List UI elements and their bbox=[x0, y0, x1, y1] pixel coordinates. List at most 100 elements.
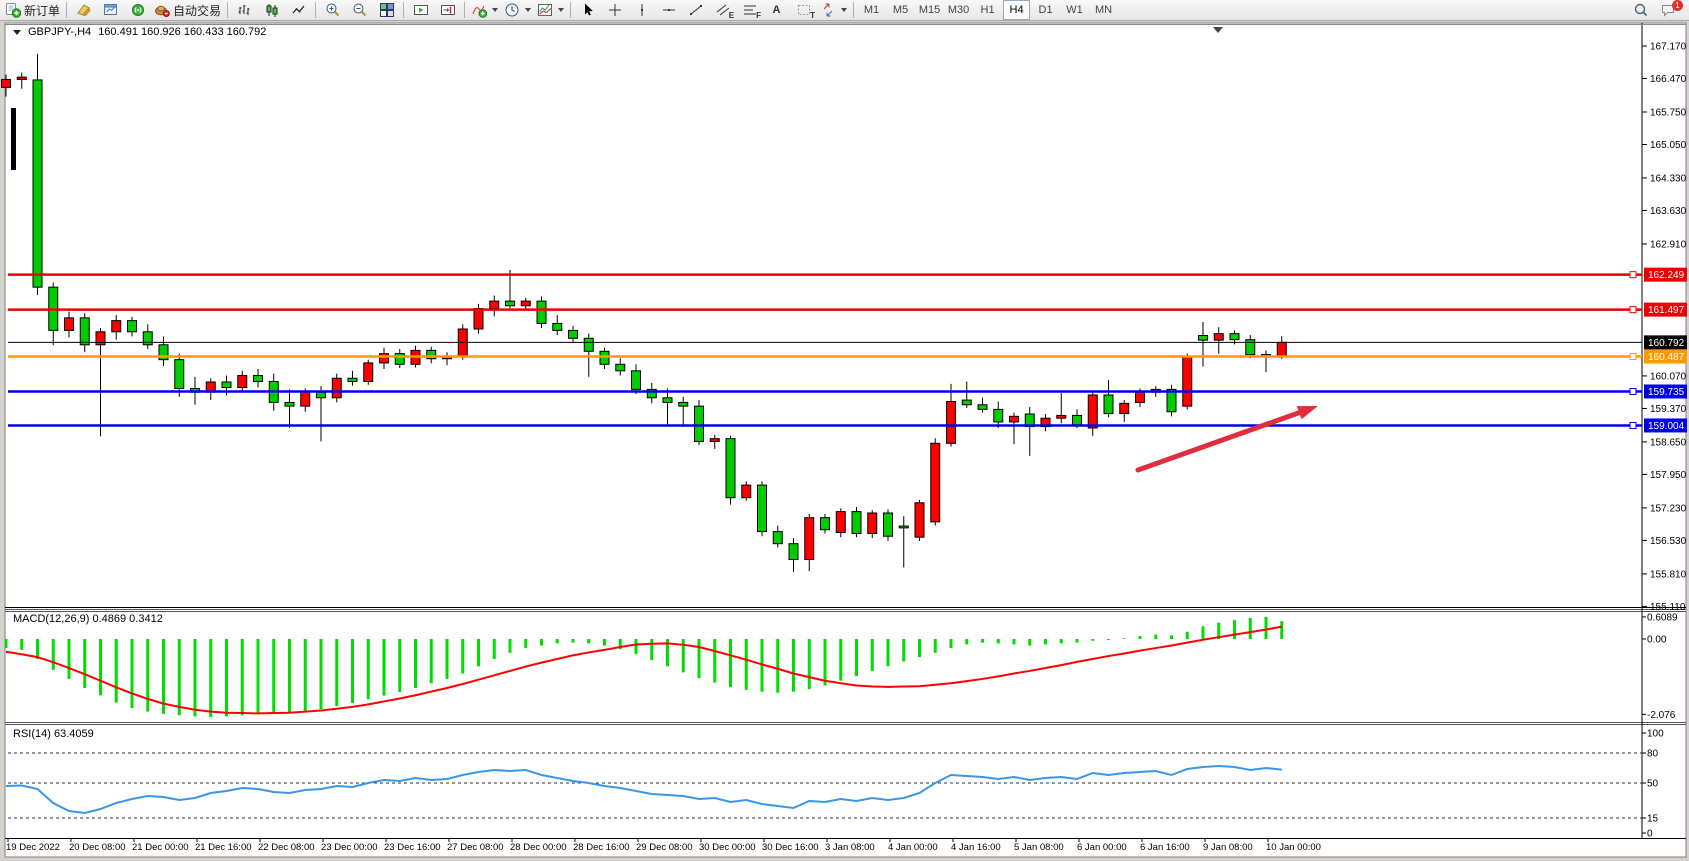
timeframe-m1[interactable]: M1 bbox=[858, 0, 885, 20]
candle-body bbox=[1088, 395, 1097, 428]
price-tick-label: 160.070 bbox=[1650, 371, 1687, 382]
candle-body bbox=[80, 318, 89, 345]
candle-body bbox=[726, 439, 735, 498]
time-tick-label: 28 Dec 16:00 bbox=[573, 842, 630, 853]
bars-chart-icon[interactable] bbox=[231, 0, 258, 21]
level-line-handle[interactable] bbox=[1630, 307, 1636, 313]
price-tick-label: 166.470 bbox=[1650, 74, 1687, 85]
text-label-icon[interactable]: T bbox=[790, 0, 817, 21]
vertical-line-icon[interactable] bbox=[628, 0, 655, 21]
chart-window-frame bbox=[5, 23, 1686, 857]
chart-shift-icon[interactable] bbox=[434, 0, 461, 21]
level-line-handle[interactable] bbox=[1630, 388, 1636, 394]
symbol-dropdown-icon[interactable] bbox=[13, 30, 21, 35]
dropdown-caret-icon[interactable] bbox=[841, 8, 847, 12]
price-tick-label: 165.750 bbox=[1650, 107, 1687, 118]
cursor-icon[interactable] bbox=[574, 0, 601, 21]
candle-body bbox=[128, 321, 137, 332]
notifications-icon[interactable]: 1 bbox=[1654, 0, 1681, 21]
candle-body bbox=[254, 375, 263, 381]
price-tick-label: 165.050 bbox=[1650, 140, 1687, 151]
level-line-handle[interactable] bbox=[1630, 422, 1636, 428]
eraser-icon[interactable] bbox=[70, 0, 97, 21]
dropdown-caret-icon[interactable] bbox=[558, 8, 564, 12]
dropdown-caret-icon[interactable] bbox=[492, 8, 498, 12]
time-tick-label: 29 Dec 08:00 bbox=[636, 842, 693, 853]
timeframe-toolbar: M1M5M15M30H1H4D1W1MN bbox=[857, 0, 1118, 20]
text-icon[interactable]: A bbox=[763, 0, 790, 21]
indicators-icon[interactable] bbox=[468, 0, 501, 21]
candle-body bbox=[742, 485, 751, 498]
candle-body bbox=[490, 301, 499, 308]
price-tick-label: 157.230 bbox=[1650, 503, 1687, 514]
mt4-terminal: { "toolbar": { "new_order_label": "新订单",… bbox=[0, 0, 1689, 861]
time-tick-label: 4 Jan 00:00 bbox=[888, 842, 938, 853]
price-level-badge-label: 159.735 bbox=[1648, 387, 1685, 398]
timeframe-w1[interactable]: W1 bbox=[1061, 0, 1088, 20]
level-line-handle[interactable] bbox=[1630, 354, 1636, 360]
candle-body bbox=[663, 398, 672, 403]
price-level-badge-label: 160.487 bbox=[1648, 352, 1685, 363]
time-tick-label: 9 Jan 08:00 bbox=[1203, 842, 1253, 853]
line-chart-icon[interactable] bbox=[285, 0, 312, 21]
time-tick-label: 22 Dec 08:00 bbox=[258, 842, 315, 853]
toolbar-separator bbox=[464, 2, 465, 18]
periods-icon[interactable] bbox=[501, 0, 534, 21]
timeframe-d1[interactable]: D1 bbox=[1032, 0, 1059, 20]
rsi-tick-label: 100 bbox=[1647, 729, 1664, 740]
fibonacci-icon[interactable]: F bbox=[736, 0, 763, 21]
candle-body bbox=[1214, 334, 1223, 341]
macd-tick-label: 0.00 bbox=[1647, 635, 1667, 646]
timeframe-m15[interactable]: M15 bbox=[916, 0, 943, 20]
macd-indicator-label: MACD(12,26,9) 0.4869 0.3412 bbox=[13, 613, 163, 625]
timeframe-mn[interactable]: MN bbox=[1090, 0, 1117, 20]
zoom-out-icon[interactable] bbox=[346, 0, 373, 21]
candle-body bbox=[852, 512, 861, 534]
rsi-tick-label: 0 bbox=[1647, 829, 1653, 840]
channel-icon[interactable]: E bbox=[709, 0, 736, 21]
candle-body bbox=[947, 401, 956, 443]
text-label-icon-glyph: T bbox=[810, 12, 815, 20]
rsi-indicator-label: RSI(14) 63.4059 bbox=[13, 728, 94, 740]
candle-body bbox=[1277, 342, 1286, 356]
crosshair-icon[interactable] bbox=[601, 0, 628, 21]
notification-badge: 1 bbox=[1672, 0, 1683, 11]
candle-body bbox=[584, 338, 593, 351]
templates-icon[interactable] bbox=[534, 0, 567, 21]
price-level-badge-label: 161.497 bbox=[1648, 305, 1685, 316]
candle-body bbox=[1230, 334, 1239, 340]
new-order-button-label: 新订单 bbox=[24, 2, 60, 19]
candle-body bbox=[978, 405, 987, 410]
chart-window-icon[interactable] bbox=[97, 0, 124, 21]
level-line-handle[interactable] bbox=[1630, 272, 1636, 278]
horizontal-line-icon[interactable] bbox=[655, 0, 682, 21]
candles-chart-icon[interactable] bbox=[258, 0, 285, 21]
timeframe-m30[interactable]: M30 bbox=[945, 0, 972, 20]
candle-body bbox=[931, 443, 940, 522]
auto-scroll-icon[interactable] bbox=[407, 0, 434, 21]
timeframe-h4[interactable]: H4 bbox=[1003, 0, 1030, 20]
timeframe-h1[interactable]: H1 bbox=[974, 0, 1001, 20]
candle-body bbox=[1120, 403, 1129, 413]
tile-windows-icon[interactable] bbox=[373, 0, 400, 21]
signal-icon[interactable] bbox=[124, 0, 151, 21]
channel-icon-glyph: E bbox=[729, 12, 734, 20]
chart-area[interactable]: 167.170166.470165.750165.050164.330163.6… bbox=[0, 0, 1689, 861]
timeframe-m5[interactable]: M5 bbox=[887, 0, 914, 20]
trendline-icon[interactable] bbox=[682, 0, 709, 21]
new-order-button[interactable]: 新订单 bbox=[2, 0, 63, 21]
autotrade-button-label: 自动交易 bbox=[173, 2, 221, 19]
autotrade-button[interactable]: 自动交易 bbox=[151, 0, 224, 21]
candle-body bbox=[474, 309, 483, 329]
candle-body bbox=[332, 378, 341, 398]
toolbar-separator bbox=[853, 2, 854, 18]
candle-body bbox=[1010, 416, 1019, 422]
candle-body bbox=[1183, 357, 1192, 406]
arrows-icon[interactable] bbox=[817, 0, 850, 21]
zoom-in-icon[interactable] bbox=[319, 0, 346, 21]
text-icon-glyph: A bbox=[773, 5, 781, 16]
search-icon[interactable] bbox=[1627, 0, 1654, 21]
macd-tick-label: -2.076 bbox=[1647, 710, 1676, 721]
dropdown-caret-icon[interactable] bbox=[525, 8, 531, 12]
candle-body bbox=[899, 526, 908, 528]
